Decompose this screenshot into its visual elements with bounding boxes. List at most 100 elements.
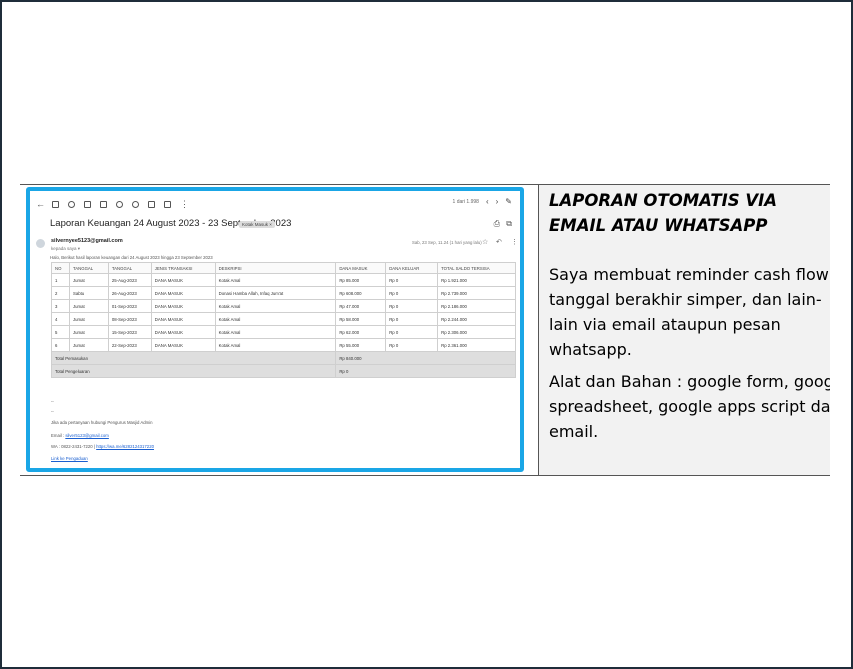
signature-email: Email : silver5123@gmail.com: [51, 433, 109, 438]
back-icon[interactable]: ←: [36, 199, 45, 208]
table-cell: Rp 2.306.000: [437, 325, 516, 339]
col-header: TANGGAL: [68, 262, 109, 274]
table-cell: Rp 58.000: [335, 312, 387, 326]
sender-email[interactable]: silvernyee5123@gmail.com: [51, 238, 123, 244]
description-cell: LAPORAN OTOMATIS VIA EMAIL ATAU WHATSAPP…: [539, 185, 830, 475]
table-cell: DANA MASUK: [150, 325, 216, 339]
complaint-link[interactable]: Link ke Pengaduan: [51, 456, 88, 461]
recipient[interactable]: kepada saya ▾: [51, 246, 80, 252]
table-cell: Rp 85.000: [335, 273, 387, 287]
email-screenshot: ← ⋮ 1 dari 1.998 ‹ › ✎ Laporan Keuangan …: [26, 187, 524, 472]
next-icon[interactable]: ›: [496, 197, 499, 206]
inbox-label-chip[interactable]: Kotak Masuk ×: [239, 221, 275, 228]
signature-unsubscribe: Link ke Pengaduan: [51, 456, 88, 461]
table-cell: Rp 0: [385, 273, 439, 287]
reply-icon[interactable]: ↶: [496, 238, 502, 246]
more-icon[interactable]: ⋮: [511, 238, 518, 246]
pen-icon[interactable]: ✎: [505, 197, 512, 206]
archive-icon[interactable]: [52, 200, 59, 208]
email-label: Email :: [51, 433, 66, 438]
email-link[interactable]: silver5123@gmail.com: [65, 433, 109, 438]
description-paragraph: Saya membuat reminder cash flow, tanggal…: [549, 265, 830, 359]
table-cell: Donasi Hamba Allah, Infaq Jum'at: [214, 286, 337, 300]
table-cell: 2: [51, 286, 70, 300]
table-row: 4 Jumat 08-Sep-2023 DANA MASUK Kotak Ama…: [51, 312, 516, 326]
wa-label: WA : 0822-2431-7220 |: [51, 444, 97, 449]
prev-icon[interactable]: ‹: [486, 197, 489, 206]
label-icon[interactable]: [164, 200, 171, 208]
section-title: LAPORAN OTOMATIS VIA EMAIL ATAU WHATSAPP: [549, 191, 778, 235]
signature-note: Jika ada pertanyaan hubungi Pengurus Mas…: [51, 420, 153, 425]
wa-link[interactable]: https://wa.me/6282124317220: [96, 444, 154, 449]
table-row: 6 Jumat 22-Sep-2023 DANA MASUK Kotak Ama…: [51, 338, 516, 352]
total-expense-label: Total Pengeluaran: [50, 364, 337, 378]
report-table: NO TANGGAL TANGGAL JENIS TRANSAKSI DESKR…: [50, 262, 516, 378]
signature-wa: WA : 0822-2431-7220 | https://wa.me/6282…: [51, 444, 154, 449]
table-cell: Rp 2.244.000: [437, 312, 516, 326]
print-icon[interactable]: ⎙: [494, 219, 500, 229]
table-cell: Rp 608.000: [335, 286, 387, 300]
table-cell: Rp 0: [385, 286, 439, 300]
table-cell: 25-Aug-2023: [107, 273, 152, 287]
email-date: Sab, 23 Sep, 11.24 (1 hari yang lalu): [412, 240, 482, 245]
delete-icon[interactable]: [84, 200, 91, 208]
table-cell: 01-Sep-2023: [107, 299, 152, 313]
email-toolbar: ← ⋮: [36, 199, 189, 209]
table-cell: Kotak Amal: [214, 299, 337, 313]
table-cell: Jumat: [68, 312, 109, 326]
pager: 1 dari 1.998 ‹ › ✎: [453, 197, 512, 206]
table-cell: Rp 55.000: [335, 338, 387, 352]
mark-unread-icon[interactable]: [100, 200, 107, 208]
table-cell: 3: [51, 299, 70, 313]
table-cell: 08-Sep-2023: [107, 312, 152, 326]
table-cell: DANA MASUK: [150, 273, 216, 287]
total-income-label: Total Pemasukan: [50, 351, 337, 365]
table-cell: 5: [51, 325, 70, 339]
table-cell: Rp 0: [385, 312, 439, 326]
table-cell: Rp 0: [385, 338, 439, 352]
table-cell: DANA MASUK: [150, 312, 216, 326]
table-cell: 22-Sep-2023: [107, 338, 152, 352]
table-cell: Jumat: [68, 338, 109, 352]
col-header: TANGGAL: [107, 262, 152, 274]
move-to-icon[interactable]: [148, 200, 155, 208]
table-cell: Sabtu: [68, 286, 109, 300]
star-icon[interactable]: ☆: [482, 238, 488, 246]
avatar: [36, 239, 45, 248]
table-cell: 26-Aug-2023: [107, 286, 152, 300]
table-cell: Rp 62.000: [335, 325, 387, 339]
table-cell: Rp 0: [385, 325, 439, 339]
table-cell: Kotak Amal: [214, 338, 337, 352]
table-cell: Jumat: [68, 299, 109, 313]
table-cell: Rp 2.186.000: [437, 299, 516, 313]
total-income-row: Total Pemasukan Rp 840.000: [50, 351, 516, 365]
report-spam-icon[interactable]: [68, 200, 75, 208]
table-cell: Jumat: [68, 273, 109, 287]
table-row: 5 Jumat 15-Sep-2023 DANA MASUK Kotak Ama…: [51, 325, 516, 339]
add-task-icon[interactable]: [132, 200, 139, 208]
more-options-icon[interactable]: ⋮: [180, 199, 189, 208]
col-header: JENIS TRANSAKSI: [150, 262, 216, 274]
open-new-window-icon[interactable]: ⧉: [506, 219, 512, 229]
pager-count: 1 dari 1.998: [452, 198, 479, 205]
table-row: 1 Jumat 25-Aug-2023 DANA MASUK Kotak Ama…: [51, 273, 516, 287]
table-row: 3 Jumat 01-Sep-2023 DANA MASUK Kotak Ama…: [51, 299, 516, 313]
col-header: DESKRIPSI: [214, 262, 337, 274]
table-cell: DANA MASUK: [150, 299, 216, 313]
col-header: DANA MASUK: [335, 262, 387, 274]
table-cell: DANA MASUK: [150, 286, 216, 300]
col-header: NO: [51, 262, 70, 274]
table-cell: 4: [51, 312, 70, 326]
table-cell: 15-Sep-2023: [107, 325, 152, 339]
table-cell: Rp 1.921.000: [437, 273, 516, 287]
table-row: 2 Sabtu 26-Aug-2023 DANA MASUK Donasi Ha…: [51, 286, 516, 300]
table-cell: Rp 2.361.000: [437, 338, 516, 352]
tools-paragraph: Alat dan Bahan : google form, google spr…: [549, 372, 830, 441]
table-cell: DANA MASUK: [150, 338, 216, 352]
signature-separator: --: [51, 399, 54, 404]
snooze-icon[interactable]: [116, 200, 123, 208]
total-expense-value: Rp 0: [335, 364, 516, 378]
table-cell: Rp 2.739.000: [437, 286, 516, 300]
table-header-row: NO TANGGAL TANGGAL JENIS TRANSAKSI DESKR…: [51, 262, 516, 274]
table-cell: Jumat: [68, 325, 109, 339]
